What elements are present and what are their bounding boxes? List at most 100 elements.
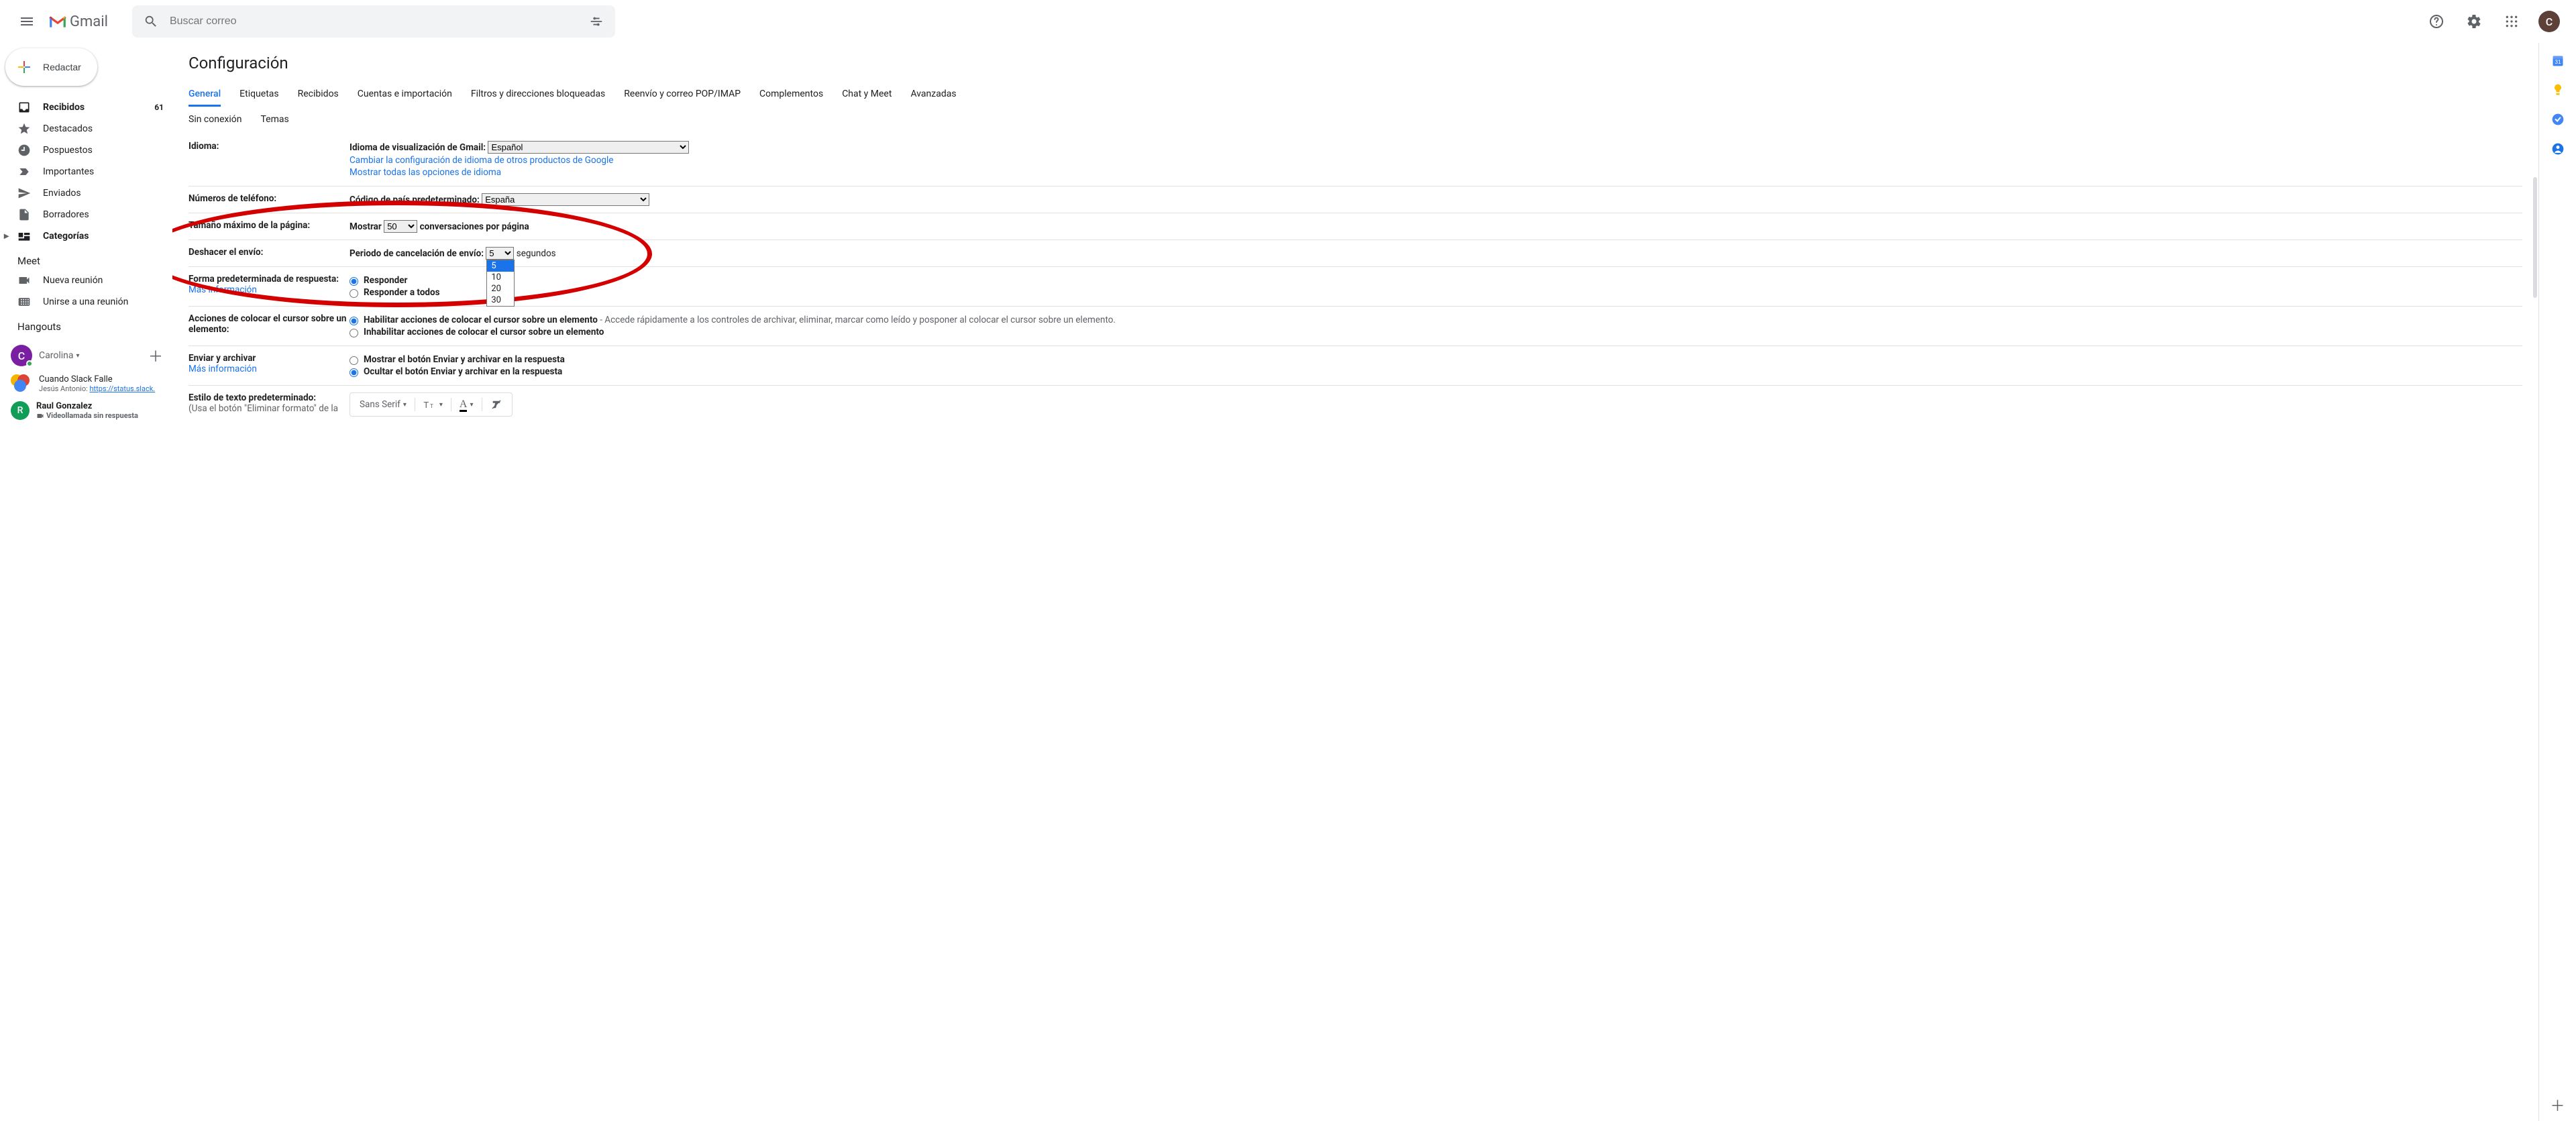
product-name: Gmail xyxy=(70,13,108,30)
tab[interactable]: Filtros y direcciones bloqueadas xyxy=(471,83,605,107)
row-undo-send-label: Deshacer el envío: xyxy=(189,247,350,260)
nav-label: Recibidos xyxy=(43,102,85,113)
tab[interactable]: Reenvío y correo POP/IMAP xyxy=(624,83,741,107)
side-panel: 31 ＋ xyxy=(2538,43,2576,1121)
chat-title: Cuando Slack Falle xyxy=(39,374,166,384)
font-size-button[interactable]: TT ▾ xyxy=(418,396,448,413)
hangouts-self-row[interactable]: C Carolina ▾ ＋ xyxy=(11,341,166,370)
scrollbar[interactable] xyxy=(2533,177,2537,298)
tab[interactable]: Etiquetas xyxy=(239,83,278,107)
page-size-show: Mostrar xyxy=(350,221,382,232)
tab[interactable]: Cuentas e importación xyxy=(358,83,452,107)
row-hover-actions: Acciones de colocar el cursor sobre un e… xyxy=(189,306,2522,345)
archive-option-hide[interactable]: Ocultar el botón Enviar y archivar en la… xyxy=(350,366,2522,377)
undo-period-select[interactable]: 5 xyxy=(486,247,514,260)
row-text-style-label: Estilo de texto predeterminado: xyxy=(189,392,316,403)
search-icon[interactable] xyxy=(138,8,164,35)
chat-avatar-stack xyxy=(11,374,32,389)
addons-plus-button[interactable]: ＋ xyxy=(2550,1097,2566,1113)
hover-radio-enable[interactable] xyxy=(350,317,358,325)
nav-item-categories[interactable]: ▸Categorías xyxy=(0,225,172,247)
hangouts-section-header: Hangouts xyxy=(0,313,172,335)
chat-avatar: R xyxy=(11,401,30,420)
display-language-select[interactable]: Español xyxy=(488,141,689,154)
app-header: Gmail C xyxy=(0,0,2576,43)
archive-radio-show[interactable] xyxy=(350,356,358,365)
settings-title: Configuración xyxy=(189,54,2522,72)
row-language-label: Idioma: xyxy=(189,141,350,179)
tab[interactable]: Recibidos xyxy=(298,83,339,107)
compose-button[interactable]: Redactar xyxy=(5,48,97,86)
show-all-language-link[interactable]: Mostrar todas las opciones de idioma xyxy=(350,167,2522,178)
tab[interactable]: Chat y Meet xyxy=(842,83,892,107)
archive-radio-hide[interactable] xyxy=(350,368,358,377)
nav-item-send[interactable]: Enviados xyxy=(0,182,172,204)
country-code-select[interactable]: España xyxy=(482,193,649,206)
meet-item-video[interactable]: Nueva reunión xyxy=(0,270,172,291)
page-size-suffix: conversaciones por página xyxy=(420,221,529,232)
font-color-button[interactable]: A ▾ xyxy=(454,396,479,413)
compose-label: Redactar xyxy=(43,62,81,72)
row-phone-label: Números de teléfono: xyxy=(189,193,350,206)
font-family-button[interactable]: Sans Serif ▾ xyxy=(354,396,412,413)
default-reply-more-link[interactable]: Más información xyxy=(189,284,257,295)
search-bar[interactable] xyxy=(132,5,615,38)
dropdown-option[interactable]: 5 xyxy=(487,260,514,272)
apps-grid-icon[interactable] xyxy=(2496,5,2528,38)
calendar-icon[interactable]: 31 xyxy=(2551,54,2565,67)
dropdown-option[interactable]: 10 xyxy=(487,272,514,283)
nav-item-draft[interactable]: Borradores xyxy=(0,204,172,225)
row-send-archive-label: Enviar y archivar xyxy=(189,353,256,364)
dropdown-option[interactable]: 20 xyxy=(487,283,514,295)
settings-tabs: General Etiquetas Recibidos Cuentas e impor… xyxy=(189,83,2522,107)
account-avatar[interactable]: C xyxy=(2533,5,2565,38)
row-phone: Números de teléfono: Código de país pred… xyxy=(189,186,2522,213)
search-input[interactable] xyxy=(164,15,583,28)
hover-option-disable[interactable]: Inhabilitar acciones de colocar el curso… xyxy=(350,327,2522,337)
reply-option-reply[interactable]: Responder xyxy=(350,275,2522,286)
svg-text:T: T xyxy=(423,400,429,410)
tab[interactable]: General xyxy=(189,83,221,107)
chat-row[interactable]: R Raul GonzalezVideollamada sin respuesta xyxy=(11,397,166,424)
page-size-select[interactable]: 50 xyxy=(384,220,417,233)
dropdown-option[interactable]: 30 xyxy=(487,295,514,306)
chat-subtitle: Videollamada sin respuesta xyxy=(36,411,166,420)
clock-icon xyxy=(17,144,31,157)
subtab[interactable]: Temas xyxy=(260,114,288,125)
subtab[interactable]: Sin conexión xyxy=(189,114,241,125)
chat-title: Raul Gonzalez xyxy=(36,401,166,411)
hover-option-enable[interactable]: Habilitar acciones de colocar el cursor … xyxy=(350,315,2522,325)
left-sidebar: Redactar Recibidos 61 DestacadosPospuestos… xyxy=(0,43,172,1121)
nav-item-clock[interactable]: Pospuestos xyxy=(0,140,172,161)
nav-count: 61 xyxy=(154,103,164,112)
nav-item-important[interactable]: Importantes xyxy=(0,161,172,182)
reply-radio-reply-all[interactable] xyxy=(350,289,358,298)
reply-radio-reply[interactable] xyxy=(350,277,358,286)
undo-period-dropdown[interactable]: 5102030 xyxy=(486,260,515,307)
settings-main: Configuración General Etiquetas Recibidos C… xyxy=(172,43,2538,1121)
tab[interactable]: Avanzadas xyxy=(910,83,956,107)
hover-radio-disable[interactable] xyxy=(350,329,358,337)
change-language-link[interactable]: Cambiar la configuración de idioma de ot… xyxy=(350,155,2522,166)
send-archive-more-link[interactable]: Más información xyxy=(189,364,257,374)
hangouts-new-chat-button[interactable]: ＋ xyxy=(145,345,166,366)
nav-item-inbox[interactable]: Recibidos 61 xyxy=(0,97,172,118)
search-options-icon[interactable] xyxy=(583,8,610,35)
chat-row[interactable]: Cuando Slack FalleJesús Antonio: https:/… xyxy=(11,370,166,397)
archive-option-show[interactable]: Mostrar el botón Enviar y archivar en la… xyxy=(350,354,2522,365)
main-menu-button[interactable] xyxy=(11,5,43,38)
tasks-icon[interactable] xyxy=(2551,113,2565,126)
row-text-style-sub: (Usa el botón "Eliminar formato" de la xyxy=(189,403,338,414)
help-icon[interactable] xyxy=(2420,5,2453,38)
settings-gear-icon[interactable] xyxy=(2458,5,2490,38)
meet-item-keyboard[interactable]: Unirse a una reunión xyxy=(0,291,172,313)
reply-option-reply-all[interactable]: Responder a todos xyxy=(350,287,2522,298)
gmail-logo[interactable]: Gmail xyxy=(48,13,108,30)
nav-item-star[interactable]: Destacados xyxy=(0,118,172,140)
clear-format-button[interactable] xyxy=(485,396,508,413)
presence-dot-icon xyxy=(26,360,33,367)
keep-icon[interactable] xyxy=(2551,83,2565,97)
contacts-icon[interactable] xyxy=(2551,142,2565,156)
tab[interactable]: Complementos xyxy=(759,83,823,107)
nav-label: Importantes xyxy=(43,166,94,177)
